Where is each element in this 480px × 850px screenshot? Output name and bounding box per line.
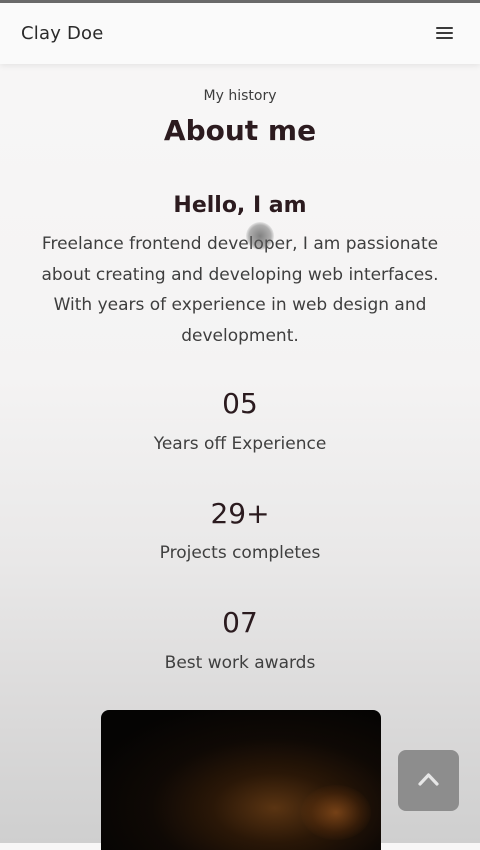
menu-icon-bar: [436, 27, 453, 29]
site-logo[interactable]: Clay Doe: [21, 23, 104, 44]
stat-projects-label: Projects completes: [159, 543, 321, 563]
stat-awards-number: 07: [222, 606, 258, 639]
greeting-heading: Hello, I am: [173, 193, 307, 218]
menu-icon-bar: [436, 37, 453, 39]
menu-icon-bar: [436, 32, 453, 34]
scroll-to-top-button[interactable]: [398, 750, 459, 811]
about-description: Freelance frontend developer, I am passi…: [41, 234, 439, 346]
hamburger-menu-icon[interactable]: [434, 23, 456, 41]
stat-projects-number: 29+: [210, 497, 270, 530]
section-subtitle: My history: [203, 88, 277, 104]
section-title: About me: [163, 114, 317, 147]
stat-awards-label: Best work awards: [164, 653, 316, 673]
about-image: [101, 710, 381, 850]
site-header: Clay Doe: [0, 3, 480, 64]
touch-cursor-indicator: [246, 222, 274, 250]
stat-years-number: 05: [222, 387, 258, 420]
image-highlight: [301, 785, 371, 840]
stat-years-label: Years off Experience: [153, 434, 327, 454]
chevron-up-icon: [418, 773, 439, 786]
